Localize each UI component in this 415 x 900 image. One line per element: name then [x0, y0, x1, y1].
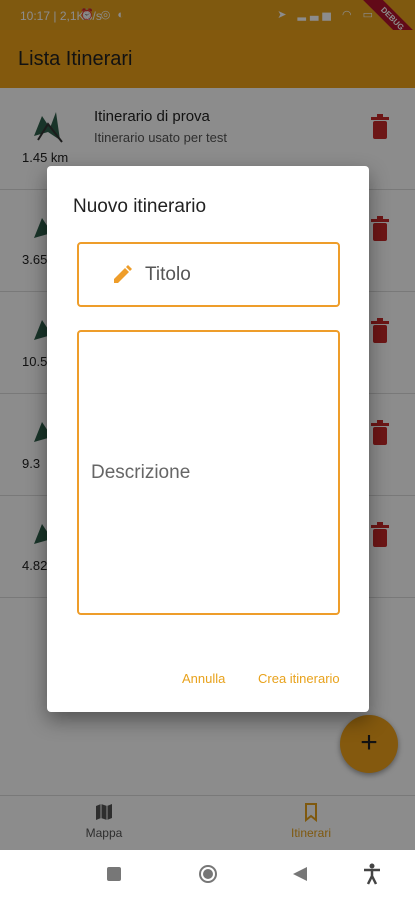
cancel-button[interactable]: Annulla [182, 671, 225, 686]
back-icon[interactable] [293, 867, 307, 886]
title-placeholder: Titolo [145, 264, 191, 285]
system-navigation-bar [0, 850, 415, 900]
description-placeholder: Descrizione [91, 462, 191, 483]
title-field[interactable]: Titolo [77, 242, 340, 307]
create-itinerary-button[interactable]: Crea itinerario [258, 671, 340, 686]
pencil-icon [114, 265, 132, 283]
accessibility-icon[interactable] [362, 863, 382, 890]
new-itinerary-dialog: Nuovo itinerario Titolo Descrizione Annu… [47, 166, 369, 712]
dialog-title: Nuovo itinerario [73, 196, 207, 217]
recents-icon[interactable] [107, 867, 121, 886]
description-field[interactable]: Descrizione [77, 330, 340, 615]
home-icon[interactable] [198, 864, 218, 889]
